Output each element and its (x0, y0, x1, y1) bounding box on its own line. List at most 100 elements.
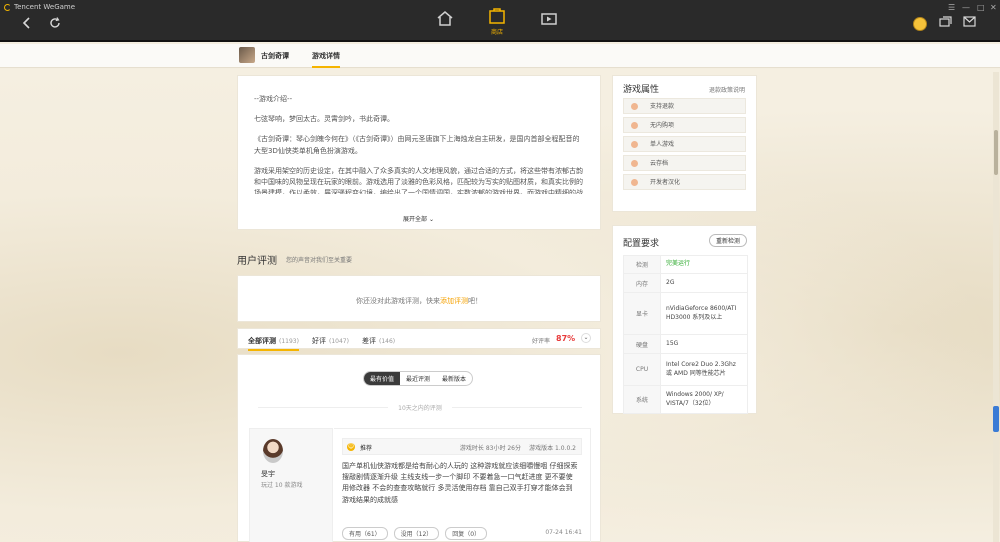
attribute-cloud-save: 云存档 (623, 155, 746, 171)
recommend-label: 推荐 (360, 445, 373, 452)
attribute-no-iap: 无内购项 (623, 117, 746, 133)
reviewer-avatar[interactable] (263, 439, 283, 463)
req-key: 内存 (623, 273, 661, 293)
req-row-cpu: CPU Intel Core2 Duo 2.3Ghz 或 AMD 同等性能芯片 (623, 353, 748, 386)
req-key: 显卡 (623, 292, 661, 335)
reply-button[interactable]: 回复（0） (445, 527, 488, 540)
tab-count: (1193) (279, 338, 299, 345)
home-icon (437, 11, 453, 26)
tab-label: 好评 (312, 337, 326, 345)
intro-paragraph: 《古剑奇谭：琴心剑魄今何在》（《古剑奇谭》）由网元圣唐旗下上海烛龙自主研发，是国… (254, 135, 580, 155)
useless-button[interactable]: 没用（12） (393, 527, 440, 540)
refresh-icon[interactable] (49, 17, 61, 31)
tab-count: (146) (379, 338, 396, 345)
positive-rate-value: 87% (556, 334, 576, 343)
side-handle[interactable] (993, 406, 999, 432)
tab-game-details[interactable]: 游戏详情 (312, 51, 340, 68)
add-review-link[interactable]: 添加评测 (440, 297, 468, 305)
tab-positive-reviews[interactable]: 好评 (1047) (312, 336, 349, 346)
game-attributes-panel: 游戏属性 退款政策说明 支持退款 无内购项 单人游戏 云存档 开发者汉化 (612, 75, 757, 212)
sort-latest-version[interactable]: 最新版本 (436, 372, 472, 385)
intro-paragraph: 七弦琴响，梦回太古。灵霄剑吟，书此奇谭。 (254, 115, 394, 124)
home-tab[interactable] (432, 10, 458, 28)
review-actions: 有用（61） 没用（12） 回复（0） (342, 527, 488, 540)
req-value: nVidiaGeforce 8600/ATI HD3000 系列及以上 (660, 292, 748, 335)
no-review-suffix: 吧！ (468, 297, 482, 305)
req-key: 检测 (623, 255, 661, 274)
attribute-label: 支持退款 (650, 103, 675, 110)
req-key: 硬盘 (623, 334, 661, 354)
review-filter-bar: 全部评测 (1193) 好评 (1047) 差评 (146) 好评率 87% ⌄ (237, 328, 601, 351)
back-icon[interactable] (22, 17, 32, 31)
no-review-notice: 你还没对此游戏评测，快来添加评测吧！ (237, 275, 601, 322)
chevron-down-icon: ⌄ (428, 216, 434, 224)
user-avatar[interactable] (913, 17, 927, 31)
store-tab-label: 商店 (490, 29, 503, 36)
game-name-tab[interactable]: 古剑奇谭 (261, 51, 289, 61)
sort-toggle-group: 最有价值 最近评测 最新版本 (363, 371, 474, 386)
menu-icon[interactable]: ☰ (948, 3, 955, 12)
scrollbar-thumb[interactable] (994, 130, 998, 175)
req-row-check: 检测 完美运行 (623, 255, 748, 274)
tab-label: 差评 (362, 337, 376, 345)
store-bag-icon (489, 8, 505, 24)
positive-rate-label: 好评率 (532, 338, 551, 345)
reviewer-card: 旻宇 玩过 10 款游戏 (249, 428, 333, 542)
user-reviews-title: 用户评测 (237, 256, 277, 267)
attribute-label: 云存档 (650, 160, 669, 167)
intro-paragraph: 游戏采用架空的历史设定，在其中融入了众多真实的人文地理风貌，通过合适的方式，将这… (254, 166, 583, 194)
req-row-disk: 硬盘 15G (623, 334, 748, 354)
system-requirements-panel: 配置要求 重新检测 检测 完美运行 内存 2G 显卡 nVidiaGeforce 86… (612, 225, 757, 414)
req-key: 系统 (623, 385, 661, 414)
req-row-os: 系统 Windows 2000/ XP/ VISTA/7（32位） (623, 385, 748, 414)
retest-button[interactable]: 重新检测 (708, 234, 747, 247)
tab-label: 全部评测 (248, 337, 276, 345)
tab-count: (1047) (329, 338, 349, 345)
app-logo: Tencent WeGame (4, 3, 75, 11)
game-subnav: 古剑奇谭 游戏详情 (0, 44, 1000, 68)
req-row-gpu: 显卡 nVidiaGeforce 8600/ATI HD3000 系列及以上 (623, 292, 748, 335)
store-tab[interactable]: 商店 (484, 6, 510, 36)
single-player-icon (631, 141, 638, 148)
expand-all-label: 展开全部 (403, 216, 428, 224)
review-date: 07-24 16:41 (545, 529, 582, 536)
attribute-localization: 开发者汉化 (623, 174, 746, 190)
req-row-memory: 内存 2G (623, 273, 748, 293)
chevron-down-icon[interactable]: ⌄ (581, 333, 591, 343)
refund-icon (631, 103, 638, 110)
review-body: ☺ 推荐 游戏时长 83小时 26分 游戏版本 1.0.0.2 国产单机仙侠游戏… (334, 428, 591, 542)
useful-button[interactable]: 有用（61） (342, 527, 388, 540)
req-key: CPU (623, 353, 661, 386)
attribute-refund: 支持退款 (623, 98, 746, 114)
game-intro-panel: --游戏介绍-- 七弦琴响，梦回太古。灵霄剑吟，书此奇谭。 《古剑奇谭：琴心剑魄… (237, 75, 601, 230)
sort-recent[interactable]: 最近评测 (400, 372, 436, 385)
refund-policy-link[interactable]: 退款政策说明 (709, 85, 745, 94)
attribute-single-player: 单人游戏 (623, 136, 746, 152)
sort-most-valuable[interactable]: 最有价值 (364, 372, 401, 385)
pen-icon (631, 179, 638, 186)
reviewer-name[interactable]: 旻宇 (261, 469, 275, 479)
expand-all-button[interactable]: 展开全部 ⌄ (403, 215, 434, 225)
attribute-label: 无内购项 (650, 122, 675, 129)
review-header: ☺ 推荐 游戏时长 83小时 26分 游戏版本 1.0.0.2 (342, 438, 582, 455)
cloud-save-icon (631, 160, 638, 167)
attribute-label: 开发者汉化 (650, 179, 681, 186)
no-purchase-icon (631, 122, 638, 129)
tab-all-reviews[interactable]: 全部评测 (1193) (248, 336, 299, 351)
maximize-icon[interactable]: □ (977, 3, 985, 12)
minimize-icon[interactable]: — (962, 3, 970, 12)
mail-icon[interactable] (963, 16, 976, 29)
chat-icon[interactable] (939, 16, 952, 30)
intro-heading: --游戏介绍-- (254, 95, 293, 103)
req-value: 2G (660, 273, 748, 293)
time-group-header: 10天之内的评测 (238, 403, 602, 412)
req-value: Windows 2000/ XP/ VISTA/7（32位） (660, 385, 748, 414)
video-icon (541, 13, 557, 25)
tab-negative-reviews[interactable]: 差评 (146) (362, 336, 395, 346)
video-tab[interactable] (536, 12, 562, 28)
no-review-text: 你还没对此游戏评测，快来 (356, 297, 440, 305)
game-thumbnail (239, 47, 255, 63)
close-icon[interactable]: ✕ (990, 3, 997, 12)
wegame-logo-icon (4, 3, 11, 11)
user-reviews-subtitle: 您的声音对我们至关重要 (286, 257, 353, 264)
